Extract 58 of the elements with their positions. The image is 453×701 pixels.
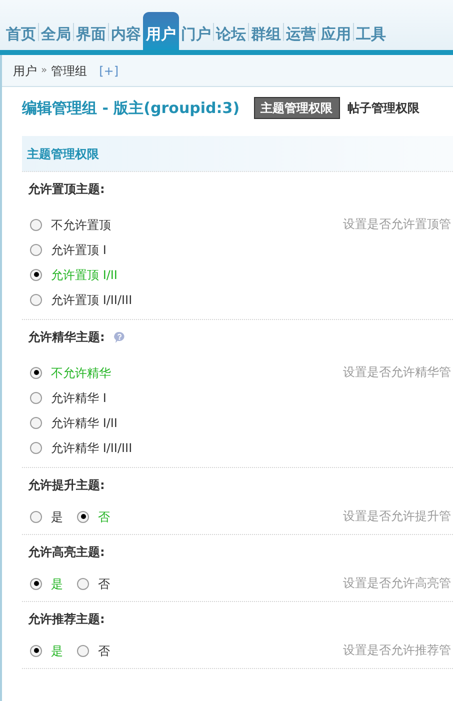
nav-tab[interactable]: 门户: [179, 12, 213, 50]
radio-button[interactable]: [30, 268, 42, 280]
nav-tab[interactable]: 首页: [4, 12, 38, 50]
setting-hint: 设置是否允许推荐管: [343, 642, 451, 659]
nav-tab[interactable]: 运营: [284, 12, 318, 50]
breadcrumb-separator: »: [41, 64, 48, 78]
radio-button[interactable]: [30, 442, 42, 454]
radio-button[interactable]: [30, 644, 42, 656]
section-tab[interactable]: 主题管理权限: [254, 97, 340, 119]
radio-button[interactable]: [30, 366, 42, 378]
nav-tab[interactable]: 全局: [39, 12, 73, 50]
breadcrumb-current: 管理组: [51, 62, 88, 80]
nav-tab[interactable]: 用户: [143, 12, 179, 50]
page-title: 编辑管理组 - 版主(groupid:3): [22, 98, 240, 119]
option-label[interactable]: 不允许精华: [51, 364, 111, 382]
radio-button[interactable]: [30, 510, 42, 522]
radio-button[interactable]: [30, 416, 42, 428]
nav-tab[interactable]: 群组: [249, 12, 283, 50]
section-tab[interactable]: 帖子管理权限: [346, 98, 422, 118]
add-link[interactable]: [+]: [99, 62, 119, 80]
option-label[interactable]: 允许置顶 I/II/III: [51, 290, 132, 308]
setting-hint: 设置是否允许提升管: [343, 508, 451, 525]
setting-hint: 设置是否允许置顶管: [343, 216, 451, 233]
setting-label: 允许置顶主题:: [28, 181, 105, 198]
option-label[interactable]: 否: [98, 574, 110, 592]
radio-button[interactable]: [30, 392, 42, 404]
option-label[interactable]: 允许置顶 I/II: [51, 266, 118, 284]
option-label[interactable]: 允许精华 I/II: [51, 414, 118, 432]
option-label[interactable]: 不允许置顶: [51, 216, 111, 234]
option-label[interactable]: 是: [51, 508, 63, 526]
radio-button[interactable]: [30, 218, 42, 230]
nav-tab[interactable]: 界面: [74, 12, 108, 50]
setting-hint: 设置是否允许高亮管: [343, 575, 451, 592]
help-icon[interactable]: [112, 330, 126, 344]
radio-button[interactable]: [77, 644, 89, 656]
nav-tab[interactable]: 内容: [109, 12, 143, 50]
radio-button[interactable]: [30, 294, 42, 306]
nav-tab[interactable]: 论坛: [214, 12, 248, 50]
option-label[interactable]: 是: [51, 642, 63, 660]
radio-button[interactable]: [30, 578, 42, 590]
setting-hint: 设置是否允许精华管: [343, 364, 451, 381]
nav-tab[interactable]: 工具: [354, 12, 388, 50]
radio-button[interactable]: [77, 578, 89, 590]
setting-label: 允许精华主题:: [28, 329, 105, 346]
option-label[interactable]: 允许置顶 I: [51, 240, 106, 258]
option-label[interactable]: 否: [98, 642, 110, 660]
setting-label: 允许高亮主题:: [28, 544, 105, 561]
option-label[interactable]: 允许精华 I/II/III: [51, 438, 132, 456]
radio-button[interactable]: [77, 510, 89, 522]
setting-label: 允许推荐主题:: [28, 611, 105, 628]
section-title: 主题管理权限: [27, 146, 99, 162]
setting-label: 允许提升主题:: [28, 477, 105, 494]
option-label[interactable]: 是: [51, 574, 63, 592]
breadcrumb-link[interactable]: 用户: [13, 62, 37, 80]
nav-tab[interactable]: 应用: [319, 12, 353, 50]
option-label[interactable]: 否: [98, 508, 110, 526]
option-label[interactable]: 允许精华 I: [51, 388, 106, 406]
radio-button[interactable]: [30, 244, 42, 256]
